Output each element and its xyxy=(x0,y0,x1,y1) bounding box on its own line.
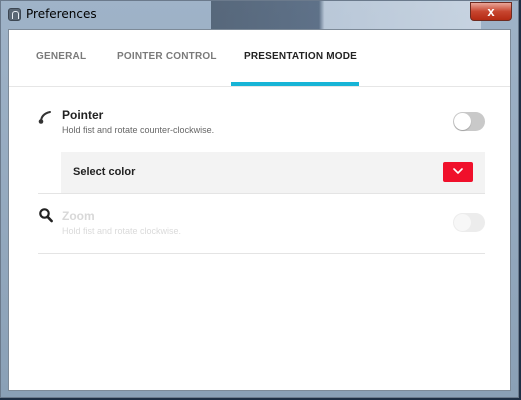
pointer-icon xyxy=(38,110,52,129)
divider xyxy=(38,253,485,254)
tab-general[interactable]: GENERAL xyxy=(36,51,86,62)
pointer-toggle[interactable] xyxy=(453,112,485,131)
close-button[interactable]: x xyxy=(470,2,512,21)
zoom-title: Zoom xyxy=(62,209,95,223)
tab-presentation-mode[interactable]: PRESENTATION MODE xyxy=(244,51,357,62)
pointer-description: Hold fist and rotate counter-clockwise. xyxy=(62,125,215,135)
select-color-label: Select color xyxy=(73,166,136,178)
chevron-down-icon xyxy=(453,168,463,174)
active-tab-indicator xyxy=(231,82,359,86)
zoom-description: Hold fist and rotate clockwise. xyxy=(62,226,182,236)
preferences-window: Preferences x GENERAL POINTER CONTROL PR… xyxy=(0,0,519,398)
window-title: Preferences xyxy=(26,7,97,21)
zoom-toggle[interactable] xyxy=(453,213,485,232)
search-icon xyxy=(39,208,53,228)
app-icon xyxy=(8,8,21,21)
preferences-content: GENERAL POINTER CONTROL PRESENTATION MOD… xyxy=(8,29,511,391)
color-picker-button[interactable] xyxy=(443,162,473,182)
toggle-knob xyxy=(454,214,471,231)
pointer-title: Pointer xyxy=(62,108,104,122)
divider xyxy=(38,193,485,194)
tab-bar: GENERAL POINTER CONTROL PRESENTATION MOD… xyxy=(9,30,510,87)
select-color-row: Select color xyxy=(61,152,485,193)
title-bar[interactable]: Preferences x xyxy=(1,1,518,29)
tab-pointer-control[interactable]: POINTER CONTROL xyxy=(117,51,217,62)
toggle-knob xyxy=(454,113,471,130)
